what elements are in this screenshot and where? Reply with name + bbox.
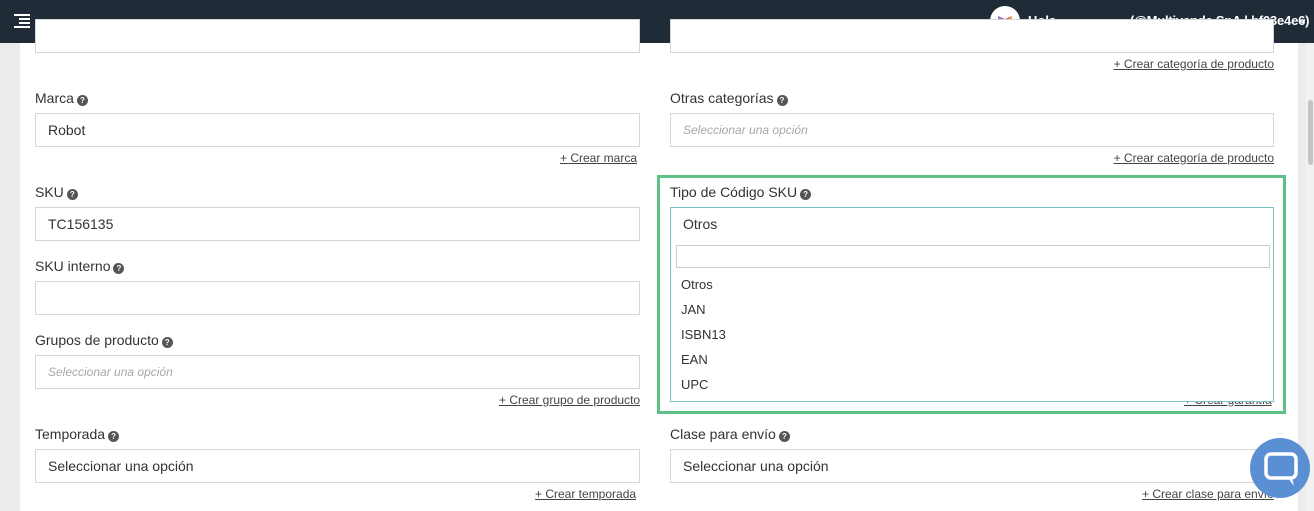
help-icon[interactable]: ? — [776, 95, 788, 106]
clase-envio-label: Clase para envío? — [670, 426, 790, 442]
highlight-frame — [657, 175, 1286, 414]
chevron-down-icon[interactable] — [1298, 17, 1306, 25]
grupos-producto-select[interactable]: Seleccionar una opción — [35, 355, 640, 389]
create-temporada-link[interactable]: + Crear temporada — [535, 487, 636, 501]
clase-envio-select[interactable]: Seleccionar una opción — [670, 449, 1274, 483]
marca-label-text: Marca — [35, 90, 74, 106]
scrollbar-thumb[interactable] — [1308, 100, 1313, 165]
otras-categorias-label-text: Otras categorías — [670, 90, 774, 106]
help-icon[interactable]: ? — [113, 263, 125, 274]
chat-button[interactable] — [1250, 438, 1310, 498]
sku-label: SKU? — [35, 184, 78, 200]
clase-envio-label-text: Clase para envío — [670, 426, 776, 442]
grupos-producto-label: Grupos de producto? — [35, 332, 173, 348]
sku-interno-label-text: SKU interno — [35, 258, 111, 274]
create-category-link[interactable]: + Crear categoría de producto — [1114, 151, 1274, 165]
previous-field-left[interactable] — [35, 19, 640, 53]
sku-interno-input[interactable] — [35, 281, 640, 315]
marca-label: Marca? — [35, 90, 88, 106]
sku-input[interactable]: TC156135 — [35, 207, 640, 241]
temporada-select[interactable]: Seleccionar una opción — [35, 449, 640, 483]
previous-field-right[interactable] — [670, 19, 1274, 53]
create-grupo-link[interactable]: + Crear grupo de producto — [499, 393, 640, 407]
help-icon[interactable]: ? — [66, 189, 78, 200]
temporada-label: Temporada? — [35, 426, 120, 442]
otras-categorias-select[interactable]: Seleccionar una opción — [670, 113, 1274, 147]
otras-categorias-label: Otras categorías? — [670, 90, 788, 106]
marca-input[interactable]: Robot — [35, 113, 640, 147]
grupos-producto-label-text: Grupos de producto — [35, 332, 159, 348]
help-icon[interactable]: ? — [76, 95, 88, 106]
help-icon[interactable]: ? — [778, 431, 790, 442]
sku-interno-label: SKU interno? — [35, 258, 125, 274]
create-category-link-top[interactable]: + Crear categoría de producto — [1114, 57, 1274, 71]
temporada-label-text: Temporada — [35, 426, 106, 442]
chat-icon — [1264, 452, 1298, 486]
help-icon[interactable]: ? — [161, 337, 173, 348]
menu-toggle-icon[interactable] — [14, 14, 30, 28]
create-marca-link[interactable]: + Crear marca — [560, 151, 637, 165]
help-icon[interactable]: ? — [108, 431, 120, 442]
sku-label-text: SKU — [35, 184, 64, 200]
